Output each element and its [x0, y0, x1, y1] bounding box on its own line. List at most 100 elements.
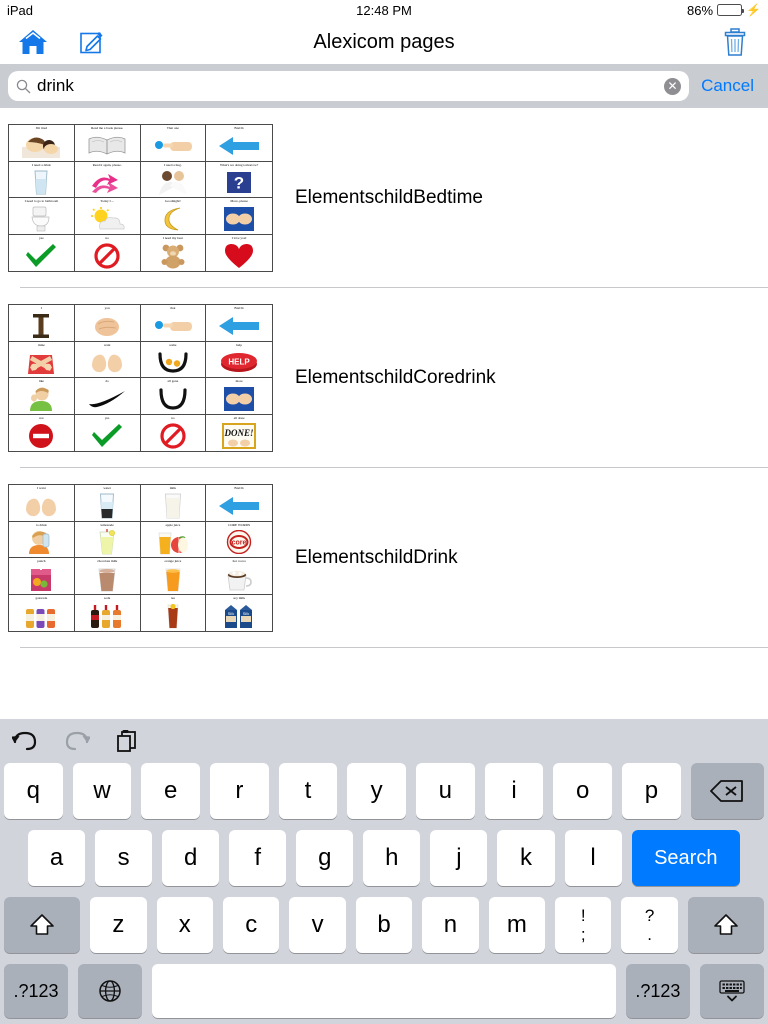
- grid-cell: lemonade: [74, 521, 141, 558]
- grid-cell: I love you!: [206, 234, 272, 272]
- key-k[interactable]: k: [497, 830, 555, 886]
- search-key[interactable]: Search: [631, 830, 740, 886]
- key-o[interactable]: o: [553, 763, 613, 819]
- trash-icon[interactable]: [720, 26, 750, 58]
- key-v[interactable]: v: [289, 897, 346, 953]
- page-thumbnail[interactable]: I'm tired Read me a book please. That on…: [8, 124, 273, 272]
- glass-water-icon: [9, 168, 74, 198]
- key-b[interactable]: b: [355, 897, 413, 953]
- numeric-key-left[interactable]: .?123: [4, 964, 69, 1018]
- grid-cell: all done DONE!: [206, 414, 272, 452]
- key-g[interactable]: g: [296, 830, 354, 886]
- search-results-list[interactable]: I'm tired Read me a book please. That on…: [0, 108, 768, 719]
- nav-bar: Alexicom pages: [0, 20, 768, 64]
- result-row[interactable]: I you that BACK mine want some help HELP …: [0, 288, 768, 468]
- key-r[interactable]: r: [210, 763, 269, 819]
- key-h[interactable]: h: [363, 830, 421, 886]
- clear-search-icon[interactable]: ✕: [664, 77, 682, 95]
- grid-cell: chocolate milk: [74, 558, 141, 595]
- backspace-key[interactable]: [690, 763, 765, 819]
- key-bottom-label: ;: [580, 925, 586, 944]
- grid-cell: I need a hug.: [140, 161, 207, 198]
- child-drinking-icon: [9, 528, 74, 558]
- no-entry-icon: [9, 421, 74, 452]
- compose-icon[interactable]: [78, 28, 106, 56]
- grid-cell: all gone: [140, 378, 207, 415]
- pointing-hand-icon: [141, 131, 206, 161]
- key-f[interactable]: f: [229, 830, 287, 886]
- grid-cell: Read it again, please.: [74, 161, 141, 198]
- gatorade-icon: [9, 601, 74, 632]
- key-i[interactable]: i: [484, 763, 544, 819]
- glass-water-icon: [75, 491, 140, 521]
- key-u[interactable]: u: [416, 763, 475, 819]
- toilet-icon: [9, 204, 74, 234]
- keyboard-row-4: .?123 .?123: [4, 964, 764, 1018]
- key-top-label: !: [580, 906, 586, 925]
- orange-juice-icon: [141, 564, 206, 594]
- key-question-period[interactable]: ? .: [621, 897, 678, 953]
- back-arrow-icon: [206, 491, 272, 521]
- search-field[interactable]: ✕: [8, 71, 690, 101]
- shift-key-left[interactable]: [4, 897, 81, 953]
- key-a[interactable]: a: [28, 830, 86, 886]
- glass-milk-icon: [141, 491, 206, 521]
- home-icon[interactable]: [18, 29, 48, 55]
- search-input[interactable]: [37, 76, 659, 96]
- key-q[interactable]: q: [3, 763, 63, 819]
- hide-keyboard-icon[interactable]: [699, 964, 764, 1018]
- shift-key-right[interactable]: [687, 897, 764, 953]
- key-x[interactable]: x: [156, 897, 213, 953]
- no-sign-icon: [141, 421, 206, 452]
- key-e[interactable]: e: [141, 763, 200, 819]
- page-thumbnail[interactable]: I want water milk BACK to drink lemonade…: [8, 484, 273, 632]
- done-sign-icon: DONE!: [206, 421, 272, 452]
- key-l[interactable]: l: [564, 830, 622, 886]
- lemonade-icon: [75, 528, 140, 558]
- keyboard-row-2: a s d f g h j k l Search: [4, 830, 764, 886]
- grid-cell: Goodnight!: [140, 198, 207, 235]
- hug-icon: [141, 168, 206, 198]
- keyboard-row-1: q w e r t y u i o p: [3, 763, 765, 819]
- green-check-icon: [9, 241, 74, 272]
- undo-icon[interactable]: [12, 730, 38, 752]
- battery-icon: [717, 4, 745, 16]
- grid-cell: BACK: [206, 125, 272, 162]
- key-top-label: ?: [644, 906, 655, 925]
- key-c[interactable]: c: [222, 897, 280, 953]
- key-m[interactable]: m: [488, 897, 546, 953]
- key-p[interactable]: p: [622, 763, 681, 819]
- search-bar: ✕ Cancel: [0, 64, 768, 108]
- red-heart-icon: [206, 241, 272, 272]
- globe-icon[interactable]: [78, 964, 143, 1018]
- svg-text:Silk: Silk: [243, 611, 249, 616]
- key-j[interactable]: j: [430, 830, 488, 886]
- space-key[interactable]: [152, 964, 616, 1018]
- key-z[interactable]: z: [90, 897, 147, 953]
- key-w[interactable]: w: [72, 763, 132, 819]
- numeric-key-right[interactable]: .?123: [625, 964, 690, 1018]
- open-hands-icon: [9, 491, 74, 521]
- pink-arrows-icon: [75, 168, 140, 198]
- grid-cell: soy milk Silk Silk: [206, 594, 272, 631]
- punch-box-icon: [9, 564, 74, 594]
- grid-cell: do: [74, 378, 141, 415]
- key-d[interactable]: d: [162, 830, 220, 886]
- book-icon: [75, 131, 140, 161]
- cancel-button[interactable]: Cancel: [697, 76, 760, 96]
- page-thumbnail[interactable]: I you that BACK mine want some help HELP …: [8, 304, 273, 452]
- paste-icon[interactable]: [116, 729, 138, 753]
- key-s[interactable]: s: [95, 830, 153, 886]
- result-title: ElementschildBedtime: [295, 187, 483, 208]
- more-hands-icon: [206, 384, 272, 414]
- result-row[interactable]: I'm tired Read me a book please. That on…: [0, 108, 768, 288]
- key-t[interactable]: t: [278, 763, 338, 819]
- key-exclamation-semicolon[interactable]: ! ;: [555, 897, 612, 953]
- grid-cell: not: [9, 414, 75, 452]
- question-cube-icon: ?: [206, 168, 272, 198]
- grid-cell: I'm tired: [9, 125, 75, 162]
- status-battery-group: 86% ⚡: [687, 3, 761, 18]
- key-n[interactable]: n: [422, 897, 479, 953]
- key-y[interactable]: y: [347, 763, 407, 819]
- result-row[interactable]: I want water milk BACK to drink lemonade…: [0, 468, 768, 648]
